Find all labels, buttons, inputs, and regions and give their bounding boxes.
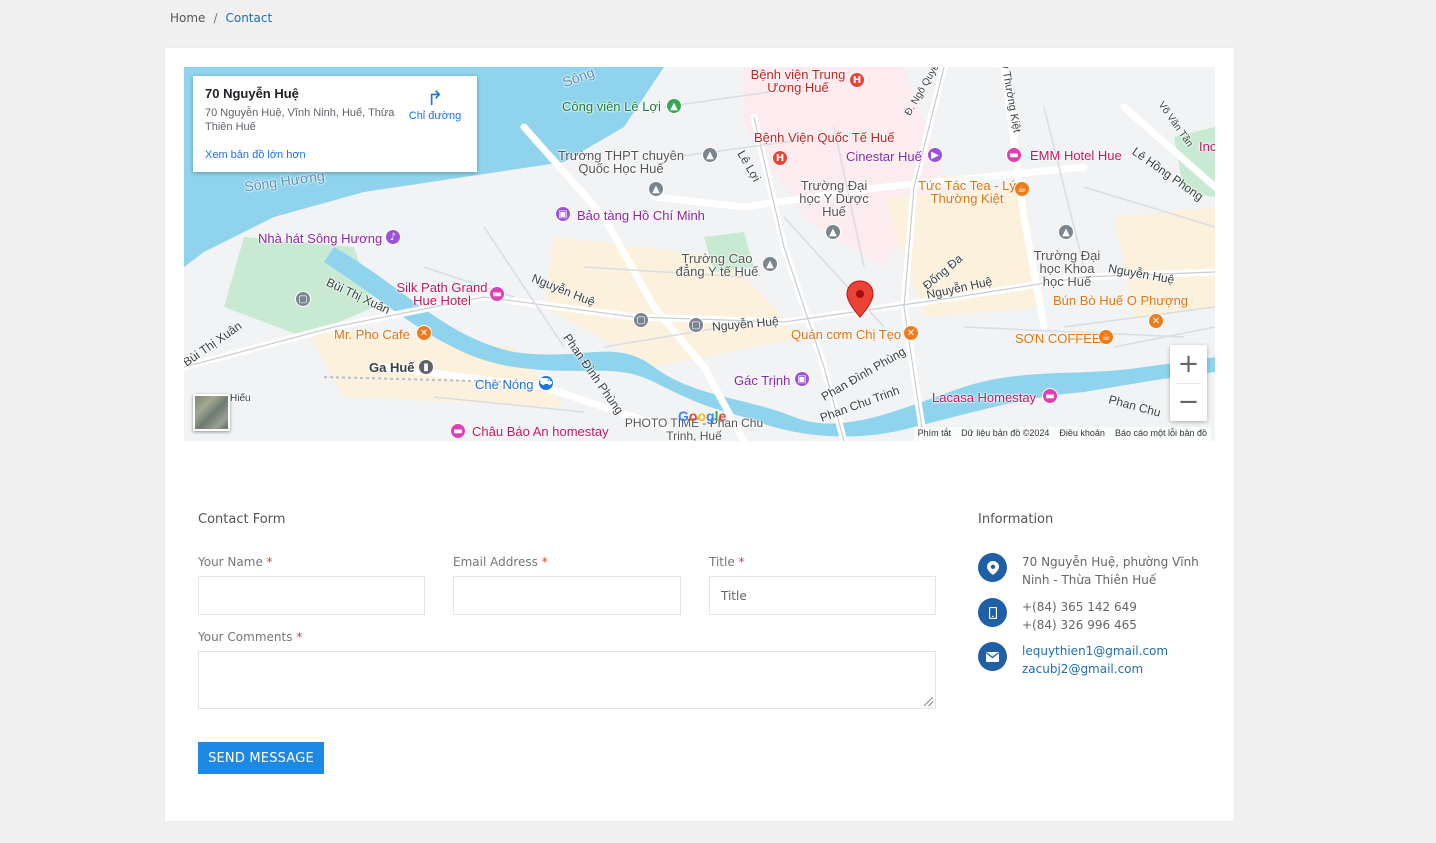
required-mark: *: [296, 630, 303, 644]
map-label: Inc: [1199, 139, 1215, 154]
map-label: Nhà hát Sông Hương: [258, 231, 383, 246]
email-link-2[interactable]: zacubj2@gmail.com: [1022, 660, 1168, 678]
school-icon: ▲: [702, 147, 718, 163]
map-place-card: 70 Nguyễn Huệ 70 Nguyễn Huệ, Vĩnh Ninh, …: [193, 76, 477, 172]
google-logo: Google: [678, 408, 727, 424]
map-label: Hiếu: [230, 393, 251, 404]
map-label: Trường Cao đẳng Y tế Huế: [675, 251, 759, 279]
embedded-google-map[interactable]: Sông Sông Hương Công viên Lê Lợi ▲ Bệnh …: [184, 67, 1215, 441]
contact-card: Sông Sông Hương Công viên Lê Lợi ▲ Bệnh …: [165, 48, 1234, 821]
map-label: Ga Huế: [369, 360, 415, 375]
map-attribution-bar: Phím tắt Dữ liệu bản đồ ©2024 Điều khoản…: [913, 427, 1211, 441]
information-title: Information: [978, 512, 1054, 527]
map-label: Tức Tác Tea - Lý Thường Kiệt: [918, 178, 1016, 206]
map-label: Trường Đại học Y Dược Huế: [799, 178, 869, 219]
map-data-label: Dữ liệu bản đồ ©2024: [961, 428, 1050, 438]
music-icon: ♪: [385, 229, 401, 245]
map-label: Gác Trịnh: [734, 373, 791, 388]
cafe-icon: ☕: [1098, 329, 1114, 345]
map-label: Lacasa Homestay: [932, 390, 1037, 405]
title-field[interactable]: Title: [709, 576, 936, 615]
map-label: Bún Bò Huế O Phượng: [1053, 293, 1189, 308]
map-label: Công viên Lê Lợi: [562, 99, 661, 114]
breadcrumb: Home / Contact: [170, 11, 272, 25]
restaurant-icon: ✕: [1148, 313, 1164, 329]
school-icon: ▲: [825, 224, 841, 240]
map-label: Trường THPT chuyên Quốc Học Huế: [557, 148, 685, 176]
zoom-in-button[interactable]: +: [1170, 345, 1207, 383]
map-label: Cinestar Huế: [846, 149, 922, 164]
directions-button[interactable]: ↱ Chỉ đường: [405, 88, 465, 122]
map-label: Mr. Pho Cafe: [334, 327, 410, 342]
email-label: Email Address *: [453, 555, 548, 569]
email-field[interactable]: [453, 576, 681, 615]
shopping-cart-icon: ⛟: [538, 375, 554, 391]
satellite-toggle-button[interactable]: [193, 394, 230, 431]
restaurant-icon: ✕: [903, 325, 919, 341]
name-field[interactable]: [198, 576, 425, 615]
restaurant-icon: ✕: [416, 325, 432, 341]
school-icon: ▲: [648, 181, 664, 197]
park-icon: ▲: [666, 98, 682, 114]
email-link-1[interactable]: lequythien1@gmail.com: [1022, 642, 1168, 660]
hotel-icon: ▬: [1042, 388, 1058, 404]
train-station-icon: ▮: [418, 359, 434, 375]
hotel-icon: ▬: [1006, 147, 1022, 163]
envelope-icon: [978, 642, 1007, 671]
email-text: lequythien1@gmail.com zacubj2@gmail.com: [1022, 642, 1168, 678]
required-mark: *: [738, 555, 745, 569]
museum-icon: ▣: [555, 206, 571, 222]
contact-form-title: Contact Form: [198, 512, 286, 527]
hotel-icon: ▬: [489, 286, 505, 302]
keyboard-shortcuts-link[interactable]: Phím tắt: [918, 428, 952, 440]
breadcrumb-home-link[interactable]: Home: [170, 11, 205, 25]
map-label: Bệnh viện Trung Ương Huế: [750, 67, 846, 95]
hotel-icon: ▬: [450, 423, 466, 439]
directions-label: Chỉ đường: [408, 110, 462, 122]
breadcrumb-separator: /: [213, 11, 218, 25]
mobile-phone-icon: [978, 598, 1007, 627]
view-larger-map-link[interactable]: Xem bản đồ lớn hơn: [205, 149, 306, 161]
phone-2: +(84) 326 996 465: [1022, 618, 1137, 632]
breadcrumb-current: Contact: [225, 11, 273, 25]
location-pin-icon: [978, 553, 1007, 582]
hospital-icon: H: [849, 72, 865, 88]
send-message-button[interactable]: SEND MESSAGE: [198, 742, 324, 774]
required-mark: *: [541, 555, 548, 569]
required-mark: *: [266, 555, 273, 569]
comments-label: Your Comments *: [198, 630, 303, 644]
directions-arrow-icon: ↱: [426, 88, 444, 110]
zoom-divider: [1176, 383, 1201, 384]
school-icon: ▲: [762, 256, 778, 272]
map-label: EMM Hotel Hue: [1030, 148, 1122, 163]
map-label: SƠN COFFEE: [1015, 331, 1101, 346]
bus-stop-icon: ▢: [688, 317, 704, 333]
map-label: Bảo tàng Hồ Chí Minh: [577, 208, 705, 223]
map-label: Châu Báo An homestay: [472, 424, 609, 439]
address-text: 70 Nguyễn Huệ, phường Vĩnh Ninh - Thừa T…: [1022, 555, 1199, 587]
name-label: Your Name *: [198, 555, 273, 569]
zoom-controls: + −: [1170, 345, 1207, 421]
hospital-icon: H: [772, 150, 788, 166]
map-label: Trường Đại học Khoa học Huế: [1033, 248, 1101, 289]
phone-1: +(84) 365 142 649: [1022, 600, 1137, 614]
zoom-out-button[interactable]: −: [1170, 383, 1207, 421]
title-label: Title *: [709, 555, 745, 569]
phone-text: +(84) 365 142 649 +(84) 326 996 465: [1022, 598, 1137, 634]
bus-stop-icon: ▢: [633, 312, 649, 328]
cinema-icon: ▶: [927, 147, 943, 163]
report-map-error-link[interactable]: Báo cáo một lỗi bản đồ: [1115, 428, 1207, 440]
map-label: Quán cơm Chị Tẹo: [791, 327, 902, 342]
comments-textarea[interactable]: [198, 651, 936, 709]
bus-stop-icon: ▢: [295, 291, 311, 307]
map-label: Silk Path Grand Hue Hotel: [396, 280, 488, 308]
map-label: Bệnh Viện Quốc Tế Huế: [754, 130, 895, 145]
terms-link[interactable]: Điều khoản: [1059, 428, 1105, 440]
map-label: Chè Nóng: [475, 377, 534, 392]
place-address: 70 Nguyễn Huệ, Vĩnh Ninh, Huế, Thừa Thiê…: [205, 107, 395, 133]
school-icon: ▲: [1058, 224, 1074, 240]
gallery-icon: ▣: [794, 371, 810, 387]
resize-handle-icon[interactable]: [924, 697, 933, 706]
cafe-icon: ☕: [1014, 181, 1030, 197]
